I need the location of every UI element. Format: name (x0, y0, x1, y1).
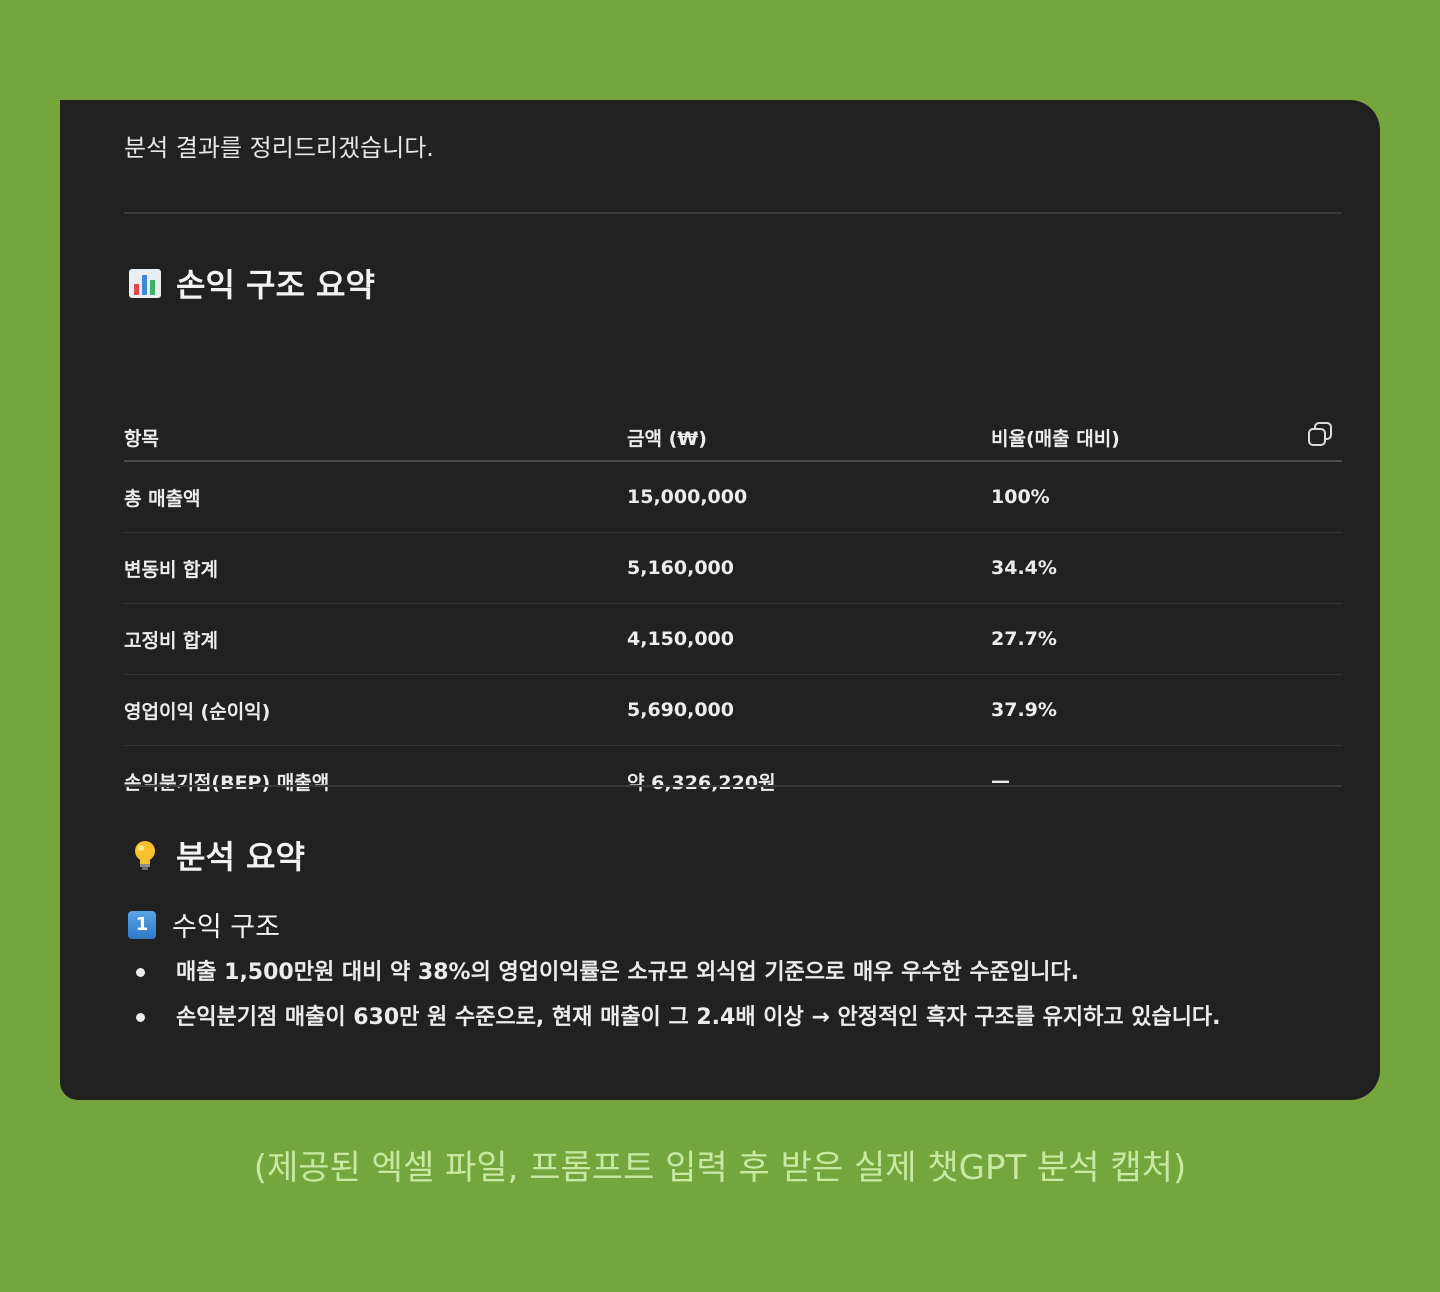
subsection-title: 수익 구조 (172, 912, 280, 943)
bar-chart-icon (128, 266, 162, 300)
table-row: 변동비 합계 5,160,000 34.4% (124, 532, 1342, 604)
copy-icon (1308, 422, 1332, 446)
bullet-icon (136, 968, 145, 977)
keycap-one-icon: 1 (128, 910, 156, 939)
row-item: 변동비 합계 (124, 532, 627, 604)
row-item: 총 매출액 (124, 461, 627, 533)
column-header-ratio: 비율(매출 대비) (991, 414, 1342, 462)
section-heading-analysis-summary: 분석 요약 (128, 832, 305, 878)
bullet-text: 손익분기점 매출이 630만 원 수준으로, 현재 매출이 그 2.4배 이상 … (176, 1005, 1221, 1030)
row-item: 손익분기점(BEP) 매출액 (124, 771, 330, 794)
bullet-text: 매출 1,500만원 대비 약 38%의 영업이익률은 소규모 외식업 기준으로… (176, 960, 1080, 985)
row-item: 영업이익 (순이익) (124, 674, 627, 746)
bullet-icon (136, 1013, 145, 1022)
row-amount: 5,160,000 (627, 532, 991, 604)
row-amount: 5,690,000 (627, 674, 991, 746)
row-item: 고정비 합계 (124, 603, 627, 675)
row-ratio: — (991, 770, 1010, 792)
section-heading-pl-summary: 손익 구조 요약 (128, 260, 375, 306)
row-amount: 4,150,000 (627, 603, 991, 675)
table-row: 총 매출액 15,000,000 100% (124, 461, 1342, 533)
subsection-heading: 1 수익 구조 (128, 905, 280, 944)
row-ratio: 100% (991, 461, 1342, 533)
list-item: 매출 1,500만원 대비 약 38%의 영업이익률은 소규모 외식업 기준으로… (124, 950, 1342, 995)
column-header-amount: 금액 (₩) (627, 414, 991, 462)
divider (124, 785, 1342, 787)
copy-table-button[interactable] (1306, 420, 1334, 448)
column-header-item: 항목 (124, 414, 627, 462)
row-ratio: 37.9% (991, 674, 1342, 746)
light-bulb-icon (128, 838, 162, 872)
table-header-row: 항목 금액 (₩) 비율(매출 대비) (124, 414, 1342, 462)
row-ratio: 27.7% (991, 603, 1342, 675)
row-ratio: 34.4% (991, 532, 1342, 604)
row-amount: 15,000,000 (627, 461, 991, 533)
section-title: 분석 요약 (176, 838, 305, 876)
table-row: 고정비 합계 4,150,000 27.7% (124, 603, 1342, 675)
pl-summary-table: 항목 금액 (₩) 비율(매출 대비) 총 매출액 15,000,000 100… (124, 414, 1342, 816)
row-amount: 약 6,326,220원 (627, 771, 776, 794)
chat-response-card: 분석 결과를 정리드리겠습니다. 손익 구조 요약 항목 금액 (₩) 비율(매… (60, 100, 1380, 1100)
section-title: 손익 구조 요약 (176, 266, 375, 304)
divider (124, 212, 1342, 214)
table-row: 영업이익 (순이익) 5,690,000 37.9% (124, 674, 1342, 746)
image-caption: (제공된 엑셀 파일, 프롬프트 입력 후 받은 실제 챗GPT 분석 캡처) (253, 1148, 1187, 1188)
analysis-bullet-list: 매출 1,500만원 대비 약 38%의 영업이익률은 소규모 외식업 기준으로… (124, 950, 1342, 1040)
table-row: 손익분기점(BEP) 매출액 약 6,326,220원 — (124, 746, 1342, 817)
intro-text: 분석 결과를 정리드리겠습니다. (124, 134, 434, 162)
list-item: 손익분기점 매출이 630만 원 수준으로, 현재 매출이 그 2.4배 이상 … (124, 995, 1342, 1040)
